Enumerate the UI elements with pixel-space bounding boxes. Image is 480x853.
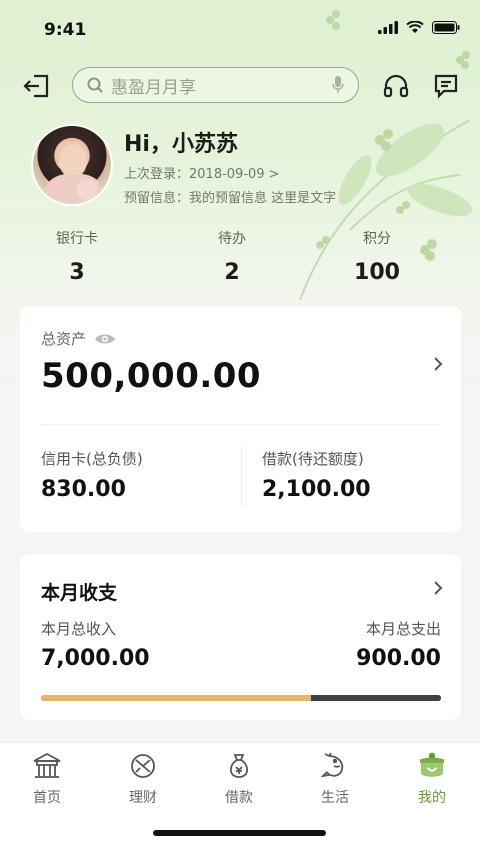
status-bar: 9:41: [0, 0, 480, 56]
profile-pot-icon: [420, 752, 444, 777]
tab-label: 我的: [418, 790, 446, 806]
avatar[interactable]: [31, 124, 113, 206]
tab-label: 理财: [129, 790, 157, 806]
total-assets-value: 500,000.00: [41, 356, 262, 396]
stat-label: 银行卡: [56, 231, 98, 247]
stat-label: 待办: [218, 231, 246, 247]
total-assets-label: 总资产: [41, 330, 87, 348]
search-icon: [87, 77, 103, 93]
stat-value: 100: [354, 260, 400, 285]
reserved-info: 预留信息：我的预留信息 这里是文字: [124, 191, 337, 206]
stat-points[interactable]: 积分 100: [327, 228, 427, 285]
signal-icon: [378, 21, 398, 34]
logout-icon: [23, 74, 49, 98]
logout-button[interactable]: [20, 68, 52, 104]
wifi-icon: [406, 21, 424, 33]
divider: [241, 447, 242, 507]
tab-life[interactable]: 生活: [295, 751, 375, 807]
expense-value: 900.00: [356, 646, 441, 671]
search-placeholder: 惠盈月月享: [111, 77, 196, 98]
stat-todo[interactable]: 待办 2: [182, 228, 282, 285]
income-bar-segment: [41, 695, 311, 701]
tab-label: 首页: [33, 790, 61, 806]
search-bar[interactable]: 惠盈月月享: [72, 67, 359, 103]
expense-bar-segment: [311, 695, 441, 701]
tab-label: 生活: [321, 790, 349, 806]
stat-value: 2: [224, 260, 240, 285]
eye-icon[interactable]: [94, 332, 116, 346]
status-time: 9:41: [44, 20, 87, 40]
microphone-icon[interactable]: [332, 76, 344, 94]
bottom-tab-bar: 首页 理财 借款 生活 我的: [0, 742, 480, 853]
user-greeting: Hi，小苏苏: [124, 132, 238, 157]
monthly-summary-card[interactable]: 本月收支 本月总收入 本月总支出 7,000.00 900.00: [20, 554, 461, 720]
loan-value: 2,100.00: [262, 477, 371, 502]
tab-loan[interactable]: 借款: [199, 751, 279, 807]
top-nav: 惠盈月月享: [0, 64, 480, 108]
loan-label: 借款(待还额度): [262, 450, 364, 468]
wealth-icon: [131, 754, 155, 778]
customer-service-button[interactable]: [380, 68, 412, 104]
total-assets-card[interactable]: 总资产 500,000.00 信用卡(总负债) 830.00 借款(待还额度) …: [20, 306, 461, 533]
income-value: 7,000.00: [41, 646, 150, 671]
money-bag-icon: [229, 754, 249, 778]
headset-icon: [383, 74, 409, 98]
stat-value: 3: [69, 260, 85, 285]
monthly-summary-title: 本月收支: [41, 582, 118, 604]
divider: [41, 424, 440, 425]
message-icon: [434, 74, 458, 99]
chevron-right-icon[interactable]: [433, 356, 443, 372]
status-icons: [378, 21, 460, 34]
credit-card-value: 830.00: [41, 477, 126, 502]
credit-card-label: 信用卡(总负债): [41, 450, 143, 468]
total-assets-header: 总资产: [41, 328, 116, 349]
messages-button[interactable]: [430, 68, 462, 104]
chevron-right-icon[interactable]: [433, 580, 443, 596]
avatar-face: [59, 144, 87, 178]
home-indicator: [153, 830, 326, 836]
tab-label: 借款: [225, 790, 253, 806]
tab-wealth[interactable]: 理财: [103, 751, 183, 807]
tab-home[interactable]: 首页: [7, 751, 87, 807]
expense-label: 本月总支出: [365, 620, 441, 638]
avatar-flowers: [41, 174, 107, 204]
tab-mine[interactable]: 我的: [392, 751, 472, 807]
income-label: 本月总收入: [41, 620, 117, 638]
stat-bank-cards[interactable]: 银行卡 3: [27, 228, 127, 285]
income-expense-bar: [41, 695, 441, 701]
battery-icon: [432, 21, 460, 34]
pavilion-icon: [33, 752, 61, 778]
fish-icon: [321, 752, 344, 778]
stat-label: 积分: [363, 231, 391, 247]
last-login-link[interactable]: 上次登录：2018-09-09 >: [124, 163, 280, 182]
